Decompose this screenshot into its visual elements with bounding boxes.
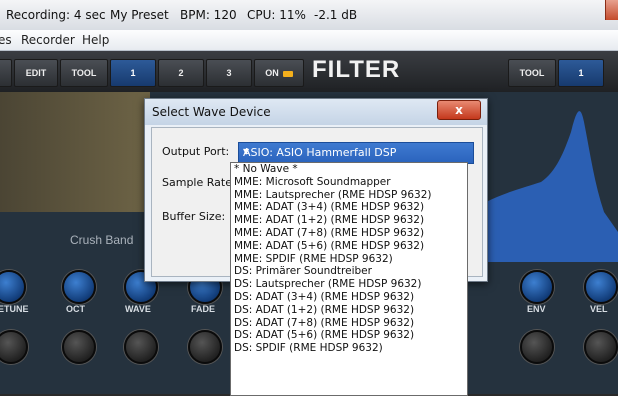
fade-label: FADE: [191, 304, 216, 314]
page-3-button[interactable]: 3: [206, 59, 252, 87]
tool-button-right[interactable]: TOOL: [508, 59, 556, 87]
dropdown-option[interactable]: DS: Primärer Soundtreiber: [231, 265, 467, 278]
wave-label: WAVE: [125, 304, 151, 314]
dialog-titlebar: Select Wave Device x: [145, 99, 487, 125]
preset-name: My Preset: [110, 8, 169, 22]
lfo-knob[interactable]: [188, 330, 222, 364]
dropdown-option[interactable]: MME: SPDIF (RME HDSP 9632): [231, 253, 467, 266]
cpu-readout: CPU: 11%: [247, 8, 306, 22]
dropdown-option[interactable]: MME: Lautsprecher (RME HDSP 9632): [231, 189, 467, 202]
filter-heading: FILTER: [312, 56, 401, 83]
on-led-indicator: [282, 70, 293, 77]
dropdown-option[interactable]: DS: ADAT (3+4) (RME HDSP 9632): [231, 291, 467, 304]
crush-band-label: Crush Band: [70, 233, 134, 247]
window-titlebar: Recording: 4 sec My Preset BPM: 120 CPU:…: [0, 0, 618, 31]
menu-item-recorder[interactable]: Recorder: [21, 33, 75, 47]
output-port-dropdown-list[interactable]: * No Wave * MME: Microsoft Soundmapper M…: [230, 162, 468, 396]
spectrum-curve: [486, 111, 618, 262]
dropdown-option[interactable]: MME: Microsoft Soundmapper: [231, 176, 467, 189]
dropdown-option[interactable]: DS: SPDIF (RME HDSP 9632): [231, 342, 467, 355]
dropdown-option[interactable]: MME: ADAT (1+2) (RME HDSP 9632): [231, 214, 467, 227]
buffer-size-label: Buffer Size:: [162, 210, 226, 223]
oct-knob[interactable]: [62, 270, 96, 304]
menu-item-help[interactable]: Help: [82, 33, 109, 47]
dropdown-option[interactable]: DS: ADAT (7+8) (RME HDSP 9632): [231, 317, 467, 330]
window-close-button[interactable]: [605, 0, 618, 20]
detune-label: ETUNE: [0, 304, 29, 314]
page-1-button[interactable]: 1: [110, 59, 156, 87]
dropdown-option[interactable]: * No Wave *: [231, 163, 467, 176]
recording-status: Recording: 4 sec: [6, 8, 106, 22]
dropdown-option[interactable]: DS: ADAT (5+6) (RME HDSP 9632): [231, 329, 467, 342]
vel-knob[interactable]: [584, 270, 618, 304]
env-label: ENV: [527, 304, 546, 314]
bpm-readout: BPM: 120: [180, 8, 237, 22]
output-port-select[interactable]: ASIO: ASIO Hammerfall DSP ▼: [238, 142, 474, 164]
synth-toolbar: EDIT TOOL 1 2 3 ON TOOL 1: [0, 51, 618, 93]
level-readout: -2.1 dB: [314, 8, 358, 22]
dropdown-option[interactable]: DS: Lautsprecher (RME HDSP 9632): [231, 278, 467, 291]
page-2-button[interactable]: 2: [158, 59, 204, 87]
tool-button[interactable]: TOOL: [60, 59, 108, 87]
menu-bar: es Recorder Help: [0, 30, 618, 51]
vel-label: VEL: [590, 304, 608, 314]
dropdown-option[interactable]: DS: ADAT (1+2) (RME HDSP 9632): [231, 304, 467, 317]
vel-mod-knob[interactable]: [520, 330, 554, 364]
dropdown-option[interactable]: MME: ADAT (3+4) (RME HDSP 9632): [231, 201, 467, 214]
dropdown-option[interactable]: MME: ADAT (5+6) (RME HDSP 9632): [231, 240, 467, 253]
spectrum-display: [486, 111, 618, 262]
output-port-label: Output Port:: [162, 145, 230, 158]
dialog-close-button[interactable]: x: [437, 100, 481, 120]
page-1-button-right[interactable]: 1: [558, 59, 604, 87]
key-knob[interactable]: [584, 330, 618, 364]
toolbar-edge-button[interactable]: [0, 59, 12, 87]
sample-rate-label: Sample Rate:: [162, 176, 236, 189]
on-toggle-button[interactable]: ON: [254, 59, 304, 87]
chevron-down-icon: ▼: [243, 147, 250, 156]
oct-label: OCT: [66, 304, 85, 314]
on-label: ON: [265, 68, 279, 78]
dialog-title: Select Wave Device: [152, 105, 271, 119]
env-knob[interactable]: [520, 270, 554, 304]
menu-item-files[interactable]: es: [0, 33, 12, 47]
edit-button[interactable]: EDIT: [14, 59, 58, 87]
semi-knob[interactable]: [62, 330, 96, 364]
fine-knob[interactable]: [124, 330, 158, 364]
crush-band-display: [0, 92, 150, 212]
dropdown-option[interactable]: MME: ADAT (7+8) (RME HDSP 9632): [231, 227, 467, 240]
